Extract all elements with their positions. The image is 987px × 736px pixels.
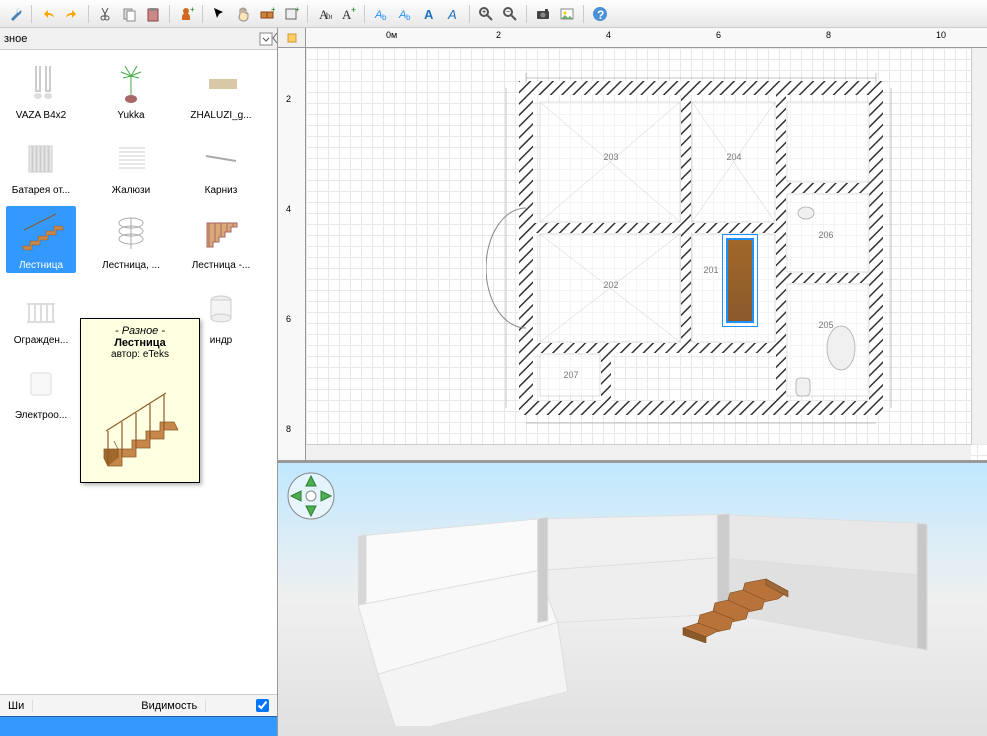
main-toolbar: + + + Abc A+ Ab Ab A A + − ? (0, 0, 987, 28)
furniture-tooltip: - Разное - Лестница автор: eTeks (80, 318, 200, 483)
walls-3d (358, 493, 977, 726)
add-furniture-icon[interactable]: + (175, 3, 197, 25)
plan-canvas[interactable]: 203 204 202 201 206 205 207 (306, 48, 987, 460)
pan-hand-icon[interactable] (232, 3, 254, 25)
text-add-icon[interactable]: A+ (337, 3, 359, 25)
svg-text:+: + (482, 9, 486, 16)
visibility-checkbox[interactable] (256, 699, 269, 712)
camera-icon[interactable] (532, 3, 554, 25)
nav-compass-icon[interactable] (286, 471, 336, 521)
floorplan: 203 204 202 201 206 205 207 (486, 68, 906, 438)
svg-text:201: 201 (703, 265, 718, 275)
properties-header: Ши Видимость (0, 694, 277, 716)
selected-item-row[interactable] (0, 716, 277, 736)
tooltip-name: Лестница (87, 337, 193, 349)
svg-text:+: + (271, 6, 275, 14)
col-visibility[interactable]: Видимость (133, 700, 206, 712)
furniture-panel: зное VAZA B4x2 Yukka ZHALUZI_g... Батаре… (0, 28, 278, 736)
svg-text:207: 207 (563, 370, 578, 380)
category-selector[interactable]: зное (0, 28, 277, 50)
svg-text:+: + (295, 6, 299, 14)
svg-text:206: 206 (818, 230, 833, 240)
italic-icon[interactable]: A (442, 3, 464, 25)
dimension2-icon[interactable]: Ab (394, 3, 416, 25)
redo-icon[interactable] (61, 3, 83, 25)
select-arrow-icon[interactable] (208, 3, 230, 25)
plan-scrollbar-v[interactable] (971, 48, 987, 444)
help-icon[interactable]: ? (589, 3, 611, 25)
svg-text:A: A (424, 7, 434, 22)
svg-text:+: + (190, 6, 194, 14)
svg-text:−: − (506, 9, 510, 16)
view-3d[interactable] (278, 463, 987, 736)
vertical-ruler: 2 4 6 8 (278, 48, 306, 460)
furniture-item-blinds[interactable]: Жалюзи (96, 131, 166, 198)
furniture-item-stairs[interactable]: Лестница (6, 206, 76, 273)
furniture-item-rail[interactable]: Карниз (186, 131, 256, 198)
furniture-item-vaza[interactable]: VAZA B4x2 (6, 56, 76, 123)
svg-text:204: 204 (726, 152, 741, 162)
create-wall-icon[interactable]: + (256, 3, 278, 25)
tooltip-preview (95, 366, 185, 476)
dimension-icon[interactable]: Ab (370, 3, 392, 25)
wrench-icon[interactable] (4, 3, 26, 25)
undo-icon[interactable] (37, 3, 59, 25)
copy-icon[interactable] (118, 3, 140, 25)
svg-text:+: + (351, 6, 356, 15)
furniture-item-zhaluzi[interactable]: ZHALUZI_g... (186, 56, 256, 123)
furniture-item-stairs2[interactable]: Лестница -... (186, 206, 256, 273)
tooltip-author: автор: eTeks (87, 349, 193, 360)
svg-text:203: 203 (603, 152, 618, 162)
placed-staircase[interactable] (726, 238, 754, 323)
photo-icon[interactable] (556, 3, 578, 25)
tooltip-category: - Разное - (87, 325, 193, 337)
svg-text:b: b (406, 13, 411, 22)
svg-text:202: 202 (603, 280, 618, 290)
paste-icon[interactable] (142, 3, 164, 25)
main-area: зное VAZA B4x2 Yukka ZHALUZI_g... Батаре… (0, 28, 987, 736)
ruler-origin (278, 28, 306, 48)
plan-scrollbar-h[interactable] (306, 444, 971, 460)
create-room-icon[interactable]: + (280, 3, 302, 25)
svg-text:?: ? (597, 8, 604, 22)
svg-text:205: 205 (818, 320, 833, 330)
bold-icon[interactable]: A (418, 3, 440, 25)
workspace: 0м 2 4 6 8 10 12 14 2 4 6 8 (278, 28, 987, 736)
staircase-3d[interactable] (678, 573, 798, 643)
text-tool-icon[interactable]: Abc (313, 3, 335, 25)
horizontal-ruler: 0м 2 4 6 8 10 12 14 (306, 28, 987, 48)
furniture-item-yukka[interactable]: Yukka (96, 56, 166, 123)
svg-text:b: b (382, 13, 387, 22)
furniture-item-outlet[interactable]: Электроо... (6, 356, 76, 423)
zoom-in-icon[interactable]: + (475, 3, 497, 25)
zoom-out-icon[interactable]: − (499, 3, 521, 25)
svg-text:bc: bc (326, 11, 332, 21)
furniture-item-fence[interactable]: Огражден... (6, 281, 76, 348)
furniture-item-spiral[interactable]: Лестница, ... (96, 206, 166, 273)
category-label: зное (4, 33, 27, 45)
plan-view[interactable]: 0м 2 4 6 8 10 12 14 2 4 6 8 (278, 28, 987, 463)
furniture-item-radiator[interactable]: Батарея от... (6, 131, 76, 198)
col-width[interactable]: Ши (0, 700, 33, 712)
cut-icon[interactable] (94, 3, 116, 25)
svg-text:A: A (447, 7, 457, 22)
